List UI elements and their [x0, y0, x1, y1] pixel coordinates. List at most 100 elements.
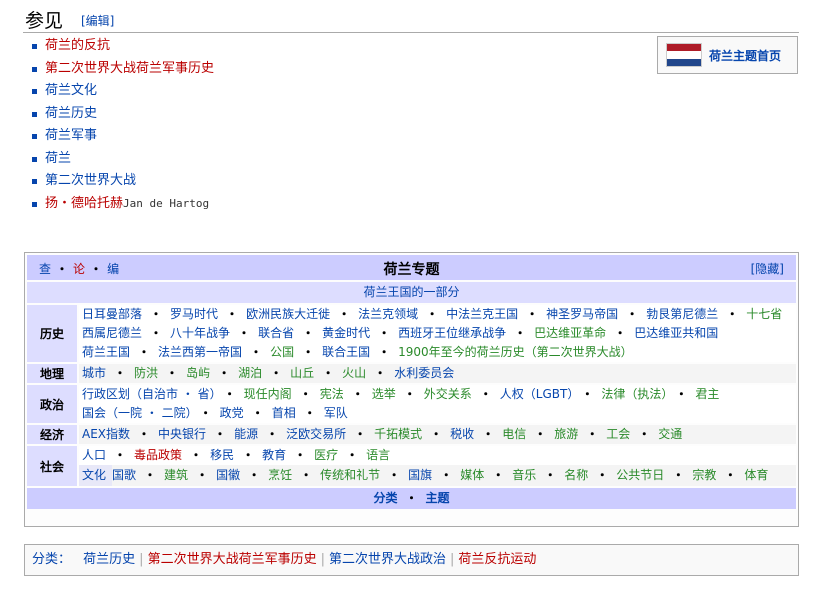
see-also-link[interactable]: 荷兰: [45, 151, 71, 166]
navbox-link[interactable]: 国歌: [112, 468, 136, 482]
navbox-link[interactable]: 君主: [695, 387, 719, 401]
portal-link[interactable]: 荷兰主题首页: [709, 47, 781, 64]
navbox-link[interactable]: 公共节日: [616, 468, 664, 482]
navbox-link[interactable]: 防洪: [134, 366, 158, 380]
navbox-link[interactable]: 黄金时代: [322, 326, 370, 340]
navbox-link[interactable]: 巴达维亚革命: [534, 326, 606, 340]
navbox-link[interactable]: 罗马时代: [170, 307, 218, 321]
navbox-link[interactable]: 行政区划（自治市 ・ 省）: [82, 387, 216, 401]
navbox-link[interactable]: 联合王国: [322, 345, 370, 359]
navbox-link[interactable]: 音乐: [512, 468, 536, 482]
navbox-link[interactable]: 十七省: [746, 307, 782, 321]
navbox-link[interactable]: 工会: [606, 427, 630, 441]
navbox-subtitle[interactable]: 荷兰王国的一部分: [27, 282, 796, 303]
navbox-group-header[interactable]: 政治: [27, 385, 77, 423]
navbox-link[interactable]: 巴达维亚共和国: [634, 326, 718, 340]
navbox-link[interactable]: 国会（一院 ・ 二院）: [82, 406, 192, 420]
see-also-link[interactable]: 荷兰军事: [45, 128, 97, 143]
navbox-link[interactable]: 岛屿: [186, 366, 210, 380]
category-link[interactable]: 荷兰反抗运动: [458, 552, 536, 567]
navbox-link[interactable]: 体育: [744, 468, 768, 482]
navbox-link[interactable]: 法兰克领域: [358, 307, 418, 321]
navbox-link[interactable]: 八十年战争: [170, 326, 230, 340]
navbox-link[interactable]: 神圣罗马帝国: [546, 307, 618, 321]
see-also-link[interactable]: 第二次世界大战: [45, 173, 136, 188]
navbox-link[interactable]: 公国: [270, 345, 294, 359]
navbox-link[interactable]: 勃艮第尼德兰: [646, 307, 718, 321]
see-also-link[interactable]: 荷兰历史: [45, 106, 97, 121]
navbox-link[interactable]: 现任内阁: [244, 387, 292, 401]
navbox-link[interactable]: 联合省: [258, 326, 294, 340]
navbox-link[interactable]: 旅游: [554, 427, 578, 441]
navbox-link[interactable]: 选举: [372, 387, 396, 401]
navbox-link[interactable]: 西属尼德兰: [82, 326, 142, 340]
edit-template-link[interactable]: 编: [107, 262, 119, 276]
categories-label[interactable]: 分类：: [32, 552, 71, 567]
navbox-link[interactable]: 税收: [450, 427, 474, 441]
navbox-link[interactable]: 城市: [82, 366, 106, 380]
navbox-link[interactable]: 欧洲民族大迁徙: [246, 307, 330, 321]
navbox-link[interactable]: 军队: [324, 406, 348, 420]
talk-link[interactable]: 论: [73, 262, 85, 276]
see-also-link[interactable]: 荷兰的反抗: [45, 38, 110, 53]
navbox-link[interactable]: 交通: [658, 427, 682, 441]
navbox-link[interactable]: 医疗: [314, 448, 338, 462]
navbox-group-header[interactable]: 历史: [27, 305, 77, 362]
navbox-link[interactable]: 国旗: [408, 468, 432, 482]
edit-link[interactable]: [编辑]: [81, 12, 114, 29]
see-also-list: 荷兰的反抗第二次世界大战荷兰军事历史 荷兰文化荷兰历史荷兰军事荷兰第二次世界大战扬…: [32, 36, 214, 216]
navbox-link[interactable]: 外交关系: [424, 387, 472, 401]
navbox-link[interactable]: 人口: [82, 448, 106, 462]
navbox-link[interactable]: 名称: [564, 468, 588, 482]
navbox-link[interactable]: 宗教: [692, 468, 716, 482]
navbox-link[interactable]: 法兰西第一帝国: [158, 345, 242, 359]
see-also-link[interactable]: 扬・德哈托赫: [45, 196, 123, 211]
navbox-link[interactable]: 水利委员会: [394, 366, 454, 380]
navbox-link[interactable]: 传统和礼节: [320, 468, 380, 482]
navbox-link[interactable]: 千拓模式: [374, 427, 422, 441]
navbox-link[interactable]: 电信: [502, 427, 526, 441]
navbox-link[interactable]: 移民: [210, 448, 234, 462]
navbox-link[interactable]: 1900年至今的荷兰历史（第二次世界大战）: [398, 345, 633, 359]
navbox-link[interactable]: 建筑: [164, 468, 188, 482]
navbox-link[interactable]: 湖泊: [238, 366, 262, 380]
navbox-group: 政治 行政区划（自治市 ・ 省）・现任内阁・宪法・选举・外交关系・人权（LGBT）…: [27, 385, 796, 423]
navbox-link[interactable]: 火山: [342, 366, 366, 380]
navbox-link[interactable]: 西班牙王位继承战争: [398, 326, 506, 340]
portal-box[interactable]: 荷兰主题首页: [657, 36, 798, 74]
navbox-link[interactable]: AEX指数: [82, 427, 130, 441]
footer-category-link[interactable]: 分类: [373, 491, 397, 505]
hide-toggle[interactable]: [隐藏]: [751, 260, 784, 277]
navbox-link[interactable]: 语言: [366, 448, 390, 462]
navbox-link[interactable]: 人权（LGBT）: [500, 387, 574, 401]
bullet-separator: ・: [534, 427, 547, 441]
navbox-link[interactable]: 日耳曼部落: [82, 307, 142, 321]
navbox-group: 经济 AEX指数・中央银行・能源・泛欧交易所・千拓模式・税收・电信・旅游・工会・交…: [27, 425, 796, 444]
navbox-link[interactable]: 山丘: [290, 366, 314, 380]
category-link[interactable]: 荷兰历史: [83, 552, 135, 567]
navbox-link[interactable]: 首相: [272, 406, 296, 420]
see-also-link[interactable]: 荷兰文化: [45, 83, 97, 98]
navbox-link[interactable]: 政党: [220, 406, 244, 420]
navbox-link[interactable]: 中央银行: [158, 427, 206, 441]
navbox-link[interactable]: 烹饪: [268, 468, 292, 482]
view-link[interactable]: 查: [39, 262, 51, 276]
navbox-link[interactable]: 法律（执法）: [601, 387, 667, 401]
navbox-link[interactable]: 教育: [262, 448, 286, 462]
category-link[interactable]: 第二次世界大战政治: [329, 552, 446, 567]
culture-subgroup-header[interactable]: 文化: [79, 465, 113, 486]
navbox-link[interactable]: 荷兰王国: [82, 345, 130, 359]
footer-topic-link[interactable]: 主题: [426, 491, 450, 505]
navbox-link[interactable]: 泛欧交易所: [286, 427, 346, 441]
navbox-group-header[interactable]: 地理: [27, 364, 77, 383]
navbox-group-header[interactable]: 经济: [27, 425, 77, 444]
navbox-link[interactable]: 能源: [234, 427, 258, 441]
navbox-link[interactable]: 媒体: [460, 468, 484, 482]
navbox-link[interactable]: 毒品政策: [134, 448, 182, 462]
navbox-link[interactable]: 中法兰克王国: [446, 307, 518, 321]
navbox-group-header[interactable]: 社会: [27, 446, 77, 486]
navbox-link[interactable]: 国徽: [216, 468, 240, 482]
see-also-link[interactable]: 第二次世界大战荷兰军事历史: [45, 61, 214, 76]
navbox-link[interactable]: 宪法: [320, 387, 344, 401]
category-link[interactable]: 第二次世界大战荷兰军事历史: [148, 552, 317, 567]
